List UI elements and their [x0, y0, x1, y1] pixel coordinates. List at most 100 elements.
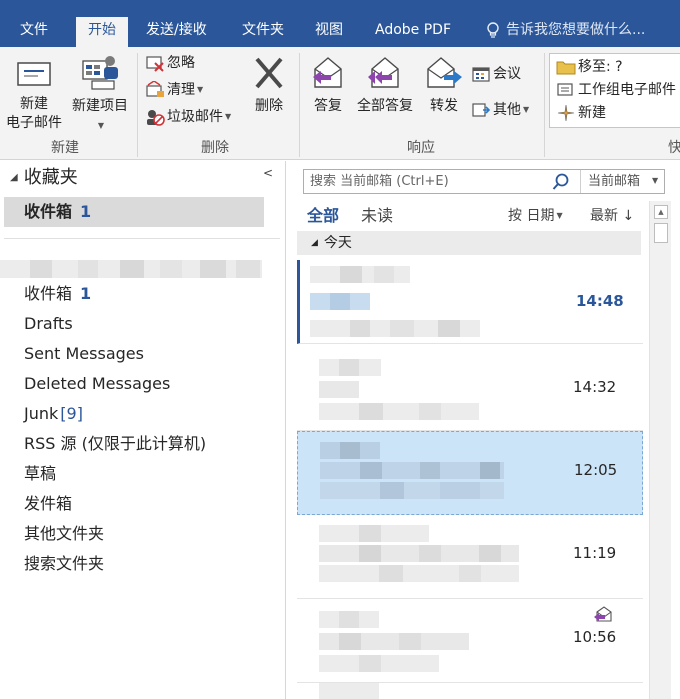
ribbon: 新建 电子邮件 新建项目 ▼ 新建 忽略 清理 ▼ 垃圾邮件 ▼ 删除 删除 答…	[0, 47, 680, 160]
subject-redacted	[310, 293, 370, 310]
message-item[interactable]	[297, 683, 643, 699]
unread-count: 1	[80, 284, 92, 303]
filter-all[interactable]: 全部	[307, 205, 339, 227]
folder-search-folders[interactable]: 搜索文件夹	[24, 553, 104, 575]
cleanup-icon	[146, 81, 164, 97]
search-box[interactable]: 搜索 当前邮箱 (Ctrl+E) 当前邮箱 ▼	[303, 169, 665, 194]
account-name-redacted[interactable]	[0, 258, 262, 280]
chevron-down-icon: ▼	[97, 121, 105, 130]
replied-icon	[594, 606, 612, 622]
junk-icon	[147, 110, 165, 126]
reply-all-button[interactable]: 全部答复	[353, 55, 417, 116]
group-divider	[544, 53, 545, 157]
preview-redacted	[310, 320, 480, 337]
folder-other[interactable]: 其他文件夹	[24, 523, 104, 545]
sort-by-date[interactable]: 按 日期 ▼	[508, 207, 563, 225]
sender-redacted	[319, 611, 379, 628]
sender-redacted	[310, 266, 410, 283]
divider	[580, 170, 581, 193]
group-label-quick-steps: 快	[668, 140, 680, 156]
preview-redacted	[319, 565, 519, 582]
folder-drafts[interactable]: Drafts	[24, 313, 73, 335]
new-email-icon	[17, 62, 51, 86]
delete-icon	[255, 57, 283, 89]
message-time: 14:48	[576, 292, 624, 310]
chevron-down-icon[interactable]: ▼	[652, 176, 658, 185]
favorites-header[interactable]: ◢ 收藏夹	[10, 165, 78, 191]
scrollbar-thumb[interactable]	[654, 223, 668, 243]
message-item[interactable]: 14:48	[297, 260, 643, 344]
outlook-window: 文件 开始 发送/接收 文件夹 视图 Adobe PDF 告诉我您想要做什么..…	[0, 0, 680, 699]
chevron-down-icon: ▼	[225, 112, 232, 121]
ribbon-tab-strip: 文件 开始 发送/接收 文件夹 视图 Adobe PDF 告诉我您想要做什么..…	[0, 0, 680, 47]
preview-redacted	[319, 655, 439, 672]
sender-redacted	[319, 525, 429, 542]
subject-redacted	[319, 545, 519, 562]
tell-me-search[interactable]: 告诉我您想要做什么...	[506, 20, 645, 40]
message-list-pane: 搜索 当前邮箱 (Ctrl+E) 当前邮箱 ▼ 全部 未读 按 日期 ▼ 最新 ↓…	[287, 161, 680, 699]
more-icon	[472, 103, 491, 117]
sender-redacted	[320, 442, 380, 459]
group-divider	[137, 53, 138, 157]
sparkle-icon	[557, 104, 575, 122]
folder-rss[interactable]: RSS 源 (仅限于此计算机)	[24, 433, 206, 455]
reply-icon	[313, 57, 342, 88]
subject-redacted	[319, 381, 359, 398]
preview-redacted	[319, 403, 479, 420]
message-time: 12:05	[574, 461, 618, 479]
filter-unread[interactable]: 未读	[361, 205, 393, 227]
group-label-new: 新建	[51, 140, 79, 156]
folder-drafts-cn[interactable]: 草稿	[24, 463, 56, 485]
subject-redacted	[320, 462, 504, 479]
tab-view[interactable]: 视图	[315, 20, 343, 40]
message-list-scrollbar[interactable]: ▲	[649, 201, 671, 699]
message-item[interactable]: 14:32	[297, 347, 643, 431]
message-time: 14:32	[573, 378, 617, 396]
delete-button[interactable]: 删除	[246, 55, 292, 116]
reply-button[interactable]: 答复	[306, 55, 350, 116]
collapse-pane-icon[interactable]: <	[263, 166, 273, 180]
forward-button[interactable]: 转发	[422, 55, 466, 116]
divider	[4, 238, 280, 239]
junk-count: [9]	[60, 404, 83, 423]
message-item[interactable]: 10:56	[297, 599, 643, 683]
search-icon[interactable]	[552, 173, 570, 191]
reply-all-icon	[368, 57, 399, 88]
folder-junk[interactable]: Junk [9]	[24, 403, 83, 425]
sender-redacted	[319, 359, 381, 376]
collapse-triangle-icon: ◢	[10, 172, 18, 183]
group-label-respond: 响应	[407, 140, 435, 156]
tab-folder[interactable]: 文件夹	[242, 20, 284, 40]
search-input[interactable]: 搜索 当前邮箱 (Ctrl+E)	[310, 172, 449, 191]
folder-deleted-messages[interactable]: Deleted Messages	[24, 373, 170, 395]
folder-move-icon	[556, 61, 576, 75]
collapse-triangle-icon: ◢	[311, 238, 318, 248]
message-time: 10:56	[573, 628, 617, 646]
favorite-inbox[interactable]: 收件箱 1	[4, 197, 264, 227]
tab-home[interactable]: 开始	[76, 17, 128, 47]
folder-outbox[interactable]: 发件箱	[24, 493, 72, 515]
unread-count: 1	[80, 202, 92, 221]
message-item-selected[interactable]: 12:05	[297, 431, 643, 515]
meeting-icon	[472, 67, 490, 82]
chevron-down-icon: ▼	[197, 85, 204, 94]
tab-send-receive[interactable]: 发送/接收	[146, 20, 207, 40]
tab-file[interactable]: 文件	[20, 20, 48, 40]
chevron-down-icon: ▼	[523, 105, 530, 114]
search-scope-dropdown[interactable]: 当前邮箱	[588, 172, 640, 191]
message-item[interactable]: 11:19	[297, 515, 643, 599]
new-email-button[interactable]: 新建 电子邮件	[4, 59, 64, 133]
subject-redacted	[319, 633, 469, 650]
new-items-button[interactable]: 新建项目 ▼	[68, 53, 132, 136]
ignore-icon	[146, 56, 164, 72]
folder-inbox[interactable]: 收件箱 1	[24, 283, 91, 305]
folder-sent-messages[interactable]: Sent Messages	[24, 343, 144, 365]
group-header-today[interactable]: ◢ 今天	[297, 231, 641, 255]
tab-adobe-pdf[interactable]: Adobe PDF	[375, 20, 451, 40]
quick-steps-gallery: 移至: ? 工作组电子邮件 新建	[549, 53, 680, 128]
group-label-delete: 删除	[201, 140, 229, 156]
scroll-up-arrow-icon[interactable]: ▲	[654, 205, 668, 219]
sort-order[interactable]: 最新 ↓	[590, 207, 634, 225]
sender-redacted	[319, 683, 379, 699]
team-email-icon	[557, 83, 573, 96]
